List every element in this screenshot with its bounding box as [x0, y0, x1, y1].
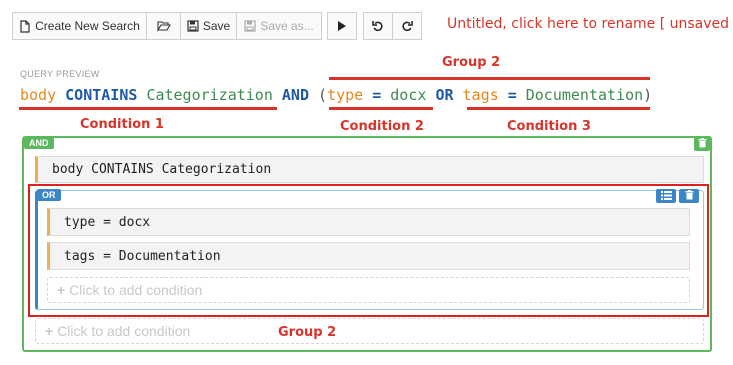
create-new-search-button[interactable]: Create New Search	[12, 12, 147, 40]
save-as-label: Save as...	[260, 19, 314, 33]
condition-row-1[interactable]: body CONTAINS Categorization	[35, 156, 704, 183]
root-operator-badge[interactable]: AND	[24, 137, 54, 149]
annotation-condition1: Condition 1	[80, 117, 164, 132]
annotation-group2-box	[28, 184, 709, 317]
qp-c3-op: =	[507, 86, 517, 104]
save-icon	[187, 20, 199, 32]
delete-root-group-button[interactable]	[694, 137, 710, 151]
search-title-rename[interactable]: Untitled, click here to rename [ unsaved…	[447, 16, 733, 32]
qp-c1-field: body	[20, 86, 57, 104]
annotation-underline-condition1	[19, 107, 277, 110]
trash-icon	[698, 135, 707, 153]
annotation-condition3: Condition 3	[507, 119, 591, 134]
qp-c2-value: docx	[390, 86, 427, 104]
redo-icon	[401, 20, 413, 32]
save-button[interactable]: Save	[180, 12, 237, 40]
qp-c1-value: Categorization	[146, 86, 273, 104]
annotation-underline-group2	[329, 77, 650, 80]
qp-or: OR	[435, 86, 454, 104]
qp-open-paren: (	[318, 86, 328, 104]
redo-button[interactable]	[392, 12, 422, 40]
annotation-underline-condition3	[467, 107, 650, 110]
save-as-button[interactable]: Save as...	[236, 12, 322, 40]
qp-c2-field: type	[327, 86, 364, 104]
query-preview: body CONTAINS Categorization AND (type =…	[20, 86, 652, 104]
undo-icon	[372, 20, 384, 32]
save-as-icon	[244, 20, 256, 32]
qp-c3-field: tags	[462, 86, 499, 104]
plus-icon: +	[45, 323, 54, 339]
qp-close-paren: )	[643, 86, 653, 104]
qp-and: AND	[281, 86, 309, 104]
qp-c1-op: CONTAINS	[65, 86, 138, 104]
query-preview-label: QUERY PREVIEW	[20, 69, 100, 79]
qp-c2-op: =	[372, 86, 382, 104]
root-add-condition-label: Click to add condition	[57, 323, 191, 339]
folder-open-icon	[156, 20, 171, 32]
root-add-condition[interactable]: + Click to add condition	[35, 318, 704, 344]
run-search-button[interactable]	[327, 12, 357, 40]
condition-1-text: body CONTAINS Categorization	[52, 162, 272, 177]
create-new-search-label: Create New Search	[35, 19, 140, 33]
annotation-condition2: Condition 2	[340, 119, 424, 134]
annotation-underline-condition2	[329, 107, 433, 110]
annotation-group2-top: Group 2	[442, 55, 501, 70]
open-search-button[interactable]	[146, 12, 181, 40]
play-icon	[337, 20, 347, 32]
qp-c3-value: Documentation	[525, 86, 644, 104]
save-label: Save	[202, 19, 231, 33]
annotation-group2-bottom: Group 2	[278, 325, 337, 340]
file-icon	[19, 19, 31, 33]
undo-button[interactable]	[363, 12, 393, 40]
